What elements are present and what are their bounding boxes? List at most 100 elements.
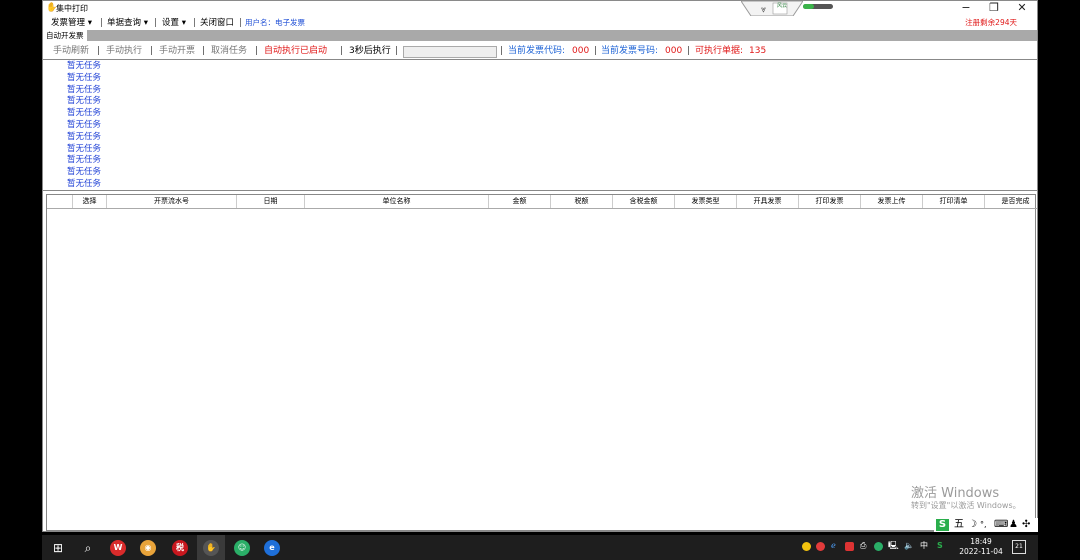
tray-app-icon[interactable]: [845, 542, 854, 551]
status-widget-label: 风云: [777, 3, 788, 9]
close-button[interactable]: ✕: [1009, 1, 1035, 15]
tab-auto-invoice[interactable]: 自动开发票: [43, 30, 87, 41]
progress-fill: [803, 4, 814, 9]
manual-refresh-button[interactable]: 手动刷新: [53, 46, 89, 57]
usb-icon[interactable]: ⎙: [860, 541, 866, 551]
invoice-number-value: 000: [665, 46, 683, 56]
task-log-line: 暂无任务: [67, 155, 102, 166]
executable-docs-count: 135: [749, 46, 767, 56]
table-header: 选择 开票流水号 日期 单位名称 金额 税额 含税金额 发票类型 开具发票 打印发票 发票上传 打印清…: [47, 195, 1037, 209]
task-log-line: 暂无任务: [67, 131, 102, 142]
status-widget[interactable]: ⩔: [741, 1, 803, 16]
user-icon[interactable]: ♟: [1009, 519, 1018, 531]
manual-invoice-button[interactable]: 手动开票: [159, 46, 195, 57]
toolbar-separator: |: [255, 46, 259, 56]
clock-date: 2022-11-04: [959, 547, 1003, 556]
system-clock[interactable]: 18:49 2022-11-04: [956, 537, 1006, 557]
menu-close-window[interactable]: 关闭窗口: [200, 18, 234, 28]
cancel-task-button[interactable]: 取消任务: [211, 46, 247, 57]
grid-menu-icon[interactable]: ✣: [1022, 519, 1030, 531]
ime-toolbar[interactable]: S 五 ☽ °, ⌨ ♟ ✣: [934, 518, 1038, 532]
punctuation-icon[interactable]: °,: [980, 519, 987, 531]
executable-docs-label: 可执行单据:: [695, 46, 744, 56]
print-app-icon[interactable]: ✋: [203, 540, 219, 556]
clock-time: 18:49: [970, 537, 992, 546]
menu-invoice-manage[interactable]: 发票管理 ▾: [51, 18, 92, 28]
window-title: 集中打印: [56, 4, 88, 13]
main-window: ✋ 集中打印 ⩔ 风云 − ❐ ✕ 发票管理 ▾ | 单据查询 ▾ | 设置 ▾…: [42, 0, 1038, 532]
wechat-tray-icon[interactable]: [874, 542, 883, 551]
toolbar-separator: |: [395, 46, 399, 56]
chrome-icon[interactable]: ◉: [140, 540, 156, 556]
registration-remaining: 注册剩余294天: [965, 18, 1017, 27]
sogou-tray-icon[interactable]: S: [937, 541, 943, 551]
moon-icon[interactable]: ☽: [968, 519, 977, 531]
column-header[interactable]: 打印发票: [799, 195, 861, 208]
task-log-line: 暂无任务: [67, 61, 102, 71]
restore-button[interactable]: ❐: [981, 1, 1007, 15]
toolbar-separator: |: [687, 46, 691, 56]
task-log-line: 暂无任务: [67, 72, 102, 83]
countdown-label: 3秒后执行: [349, 46, 391, 56]
title-bar: ✋ 集中打印 ⩔ 风云 − ❐ ✕: [43, 1, 1037, 16]
toolbar-separator: |: [340, 46, 344, 56]
ie-tray-icon[interactable]: ℯ: [831, 541, 836, 551]
ie-browser-icon[interactable]: e: [264, 540, 280, 556]
column-header[interactable]: 选择: [73, 195, 107, 208]
menu-separator: |: [239, 18, 242, 28]
invoice-app-icon[interactable]: 税: [172, 540, 188, 556]
column-header[interactable]: 含税金额: [613, 195, 675, 208]
menu-separator: |: [100, 18, 103, 28]
tab-strip: 自动开发票: [43, 30, 1037, 41]
task-log-line: 暂无任务: [67, 120, 102, 130]
column-header[interactable]: 开票流水号: [107, 195, 237, 208]
toolbar-separator: |: [202, 46, 206, 56]
minimize-button[interactable]: −: [953, 1, 979, 15]
username-label: 用户名：电子发票: [245, 18, 305, 27]
row-indicator-header[interactable]: [47, 195, 73, 208]
menu-settings[interactable]: 设置 ▾: [162, 18, 186, 28]
column-header[interactable]: 金额: [489, 195, 551, 208]
column-header[interactable]: 发票上传: [861, 195, 923, 208]
toolbar-separator: |: [594, 46, 598, 56]
taskbar: ⊞ ⌕ W ◉ 税 ✋ ☺ e ℯ ⎙ 🖳 🔈 中 S 18:49 2022-11-04 …: [42, 535, 1038, 560]
wechat-icon[interactable]: ☺: [234, 540, 250, 556]
wps-icon[interactable]: W: [110, 540, 126, 556]
invoice-code-value: 000: [572, 46, 590, 56]
column-header[interactable]: 打印清单: [923, 195, 985, 208]
activation-watermark-title: 激活 Windows: [911, 486, 1000, 501]
column-header[interactable]: 发票类型: [675, 195, 737, 208]
column-header[interactable]: 是否完成: [985, 195, 1037, 208]
sogou-ime-icon[interactable]: S: [936, 519, 949, 531]
menu-separator: |: [154, 18, 157, 28]
task-log-line: 暂无任务: [67, 108, 102, 119]
task-log-line: 暂无任务: [67, 84, 102, 95]
task-log-line: 暂无任务: [67, 143, 102, 154]
volume-icon[interactable]: 🔈: [904, 541, 914, 551]
keyboard-icon[interactable]: ⌨: [994, 519, 1008, 531]
network-icon[interactable]: 🖳: [888, 541, 899, 551]
menu-separator: |: [193, 18, 196, 28]
column-header[interactable]: 开具发票: [737, 195, 799, 208]
task-log-list[interactable]: 暂无任务 暂无任务 暂无任务 暂无任务 暂无任务 暂无任务 暂无任务 暂无任务 暂无任务 暂无任务…: [43, 59, 1037, 191]
manual-execute-button[interactable]: 手动执行: [106, 46, 142, 57]
invoice-number-label: 当前发票号码:: [601, 46, 659, 56]
column-header[interactable]: 单位名称: [305, 195, 489, 208]
invoice-code-label: 当前发票代码:: [508, 46, 566, 56]
start-icon[interactable]: ⊞: [50, 540, 66, 556]
action-toolbar: 手动刷新 | 手动执行 | 手动开票 | 取消任务 | 自动执行已启动 | 3秒…: [43, 44, 1037, 59]
language-indicator[interactable]: 中: [920, 541, 928, 551]
column-header[interactable]: 日期: [237, 195, 305, 208]
notification-center-icon[interactable]: 21: [1012, 540, 1026, 554]
search-icon[interactable]: ⌕: [80, 540, 96, 556]
tray-app-icon[interactable]: [816, 542, 825, 551]
toolbar-separator: |: [500, 46, 504, 56]
ime-mode-toggle[interactable]: 五: [954, 519, 964, 531]
invoice-table[interactable]: 选择 开票流水号 日期 单位名称 金额 税额 含税金额 发票类型 开具发票 打印发票 发票上传 打印清…: [46, 194, 1037, 531]
column-header[interactable]: 税额: [551, 195, 613, 208]
tray-app-icon[interactable]: [802, 542, 811, 551]
task-log-line: 暂无任务: [67, 96, 102, 107]
menu-doc-query[interactable]: 单据查询 ▾: [107, 18, 148, 28]
task-log-line: 暂无任务: [67, 179, 102, 189]
auto-execute-status: 自动执行已启动: [264, 46, 328, 56]
